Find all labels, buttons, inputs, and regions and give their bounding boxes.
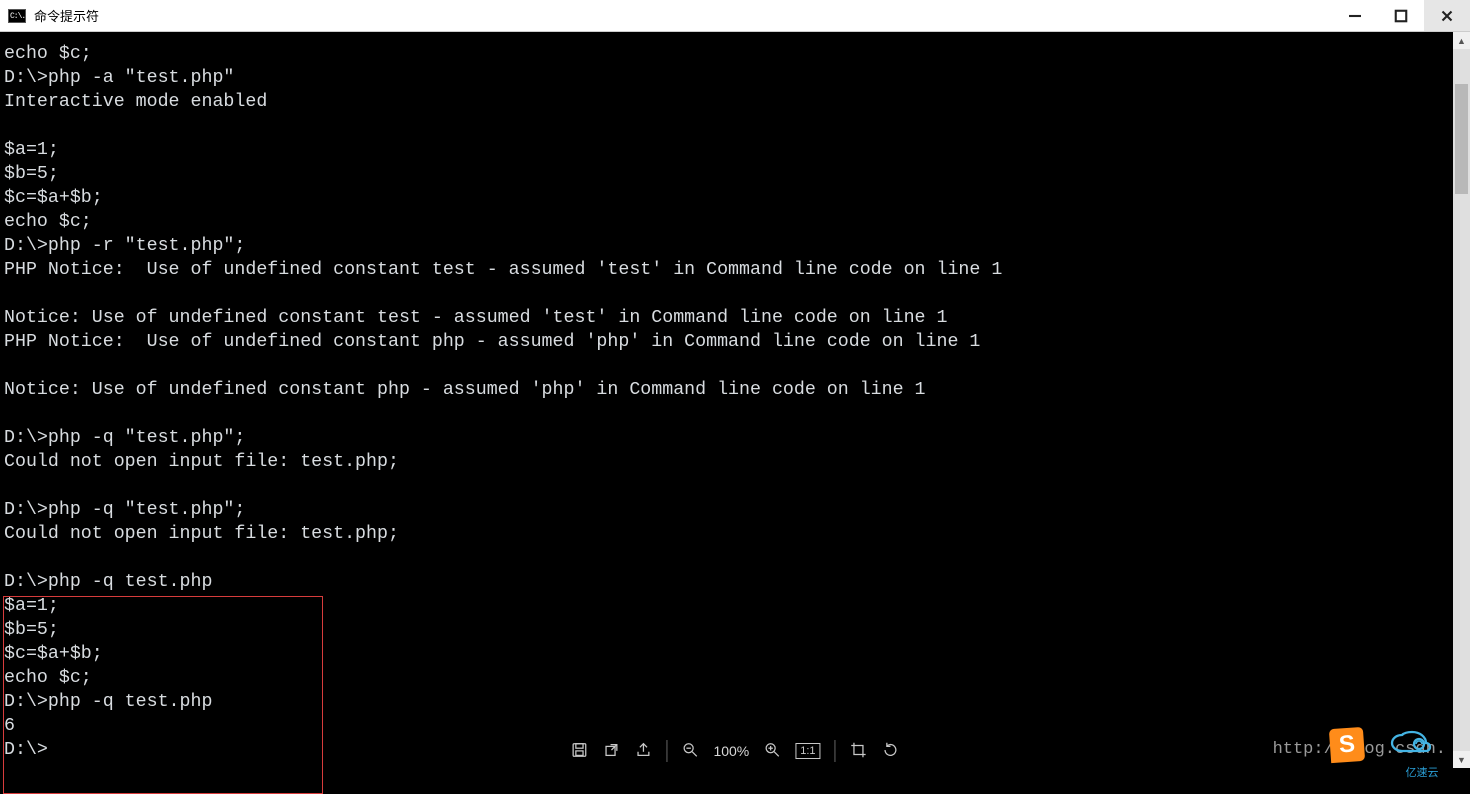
actual-size-icon[interactable]: 1:1 xyxy=(795,743,820,759)
maximize-button[interactable] xyxy=(1378,0,1424,31)
yisu-cloud-sticker: 亿速云 xyxy=(1382,727,1462,763)
cmd-app-icon: C:\. xyxy=(8,9,26,23)
window-controls xyxy=(1332,0,1470,31)
crop-icon[interactable] xyxy=(850,741,868,762)
window-title: 命令提示符 xyxy=(34,6,99,25)
zoom-out-icon[interactable] xyxy=(681,741,699,762)
yisu-cloud-label: 亿速云 xyxy=(1382,764,1462,780)
scroll-track[interactable] xyxy=(1453,49,1470,751)
share-icon[interactable] xyxy=(634,741,652,762)
save-icon[interactable] xyxy=(570,741,588,762)
csdn-sticker-icon: S xyxy=(1329,727,1365,763)
close-button[interactable] xyxy=(1424,0,1470,31)
minimize-button[interactable] xyxy=(1332,0,1378,31)
zoom-in-icon[interactable] xyxy=(763,741,781,762)
image-viewer-toolbar: 100% 1:1 xyxy=(570,740,899,762)
vertical-scrollbar[interactable]: ▲ ▼ xyxy=(1453,32,1470,768)
titlebar: C:\. 命令提示符 xyxy=(0,0,1470,32)
zoom-level-text: 100% xyxy=(713,743,749,759)
scroll-up-arrow[interactable]: ▲ xyxy=(1453,32,1470,49)
scroll-thumb[interactable] xyxy=(1455,84,1468,194)
rotate-icon[interactable] xyxy=(882,741,900,762)
terminal-output[interactable]: echo $c; D:\>php -a "test.php" Interacti… xyxy=(0,32,1453,768)
open-external-icon[interactable] xyxy=(602,741,620,762)
